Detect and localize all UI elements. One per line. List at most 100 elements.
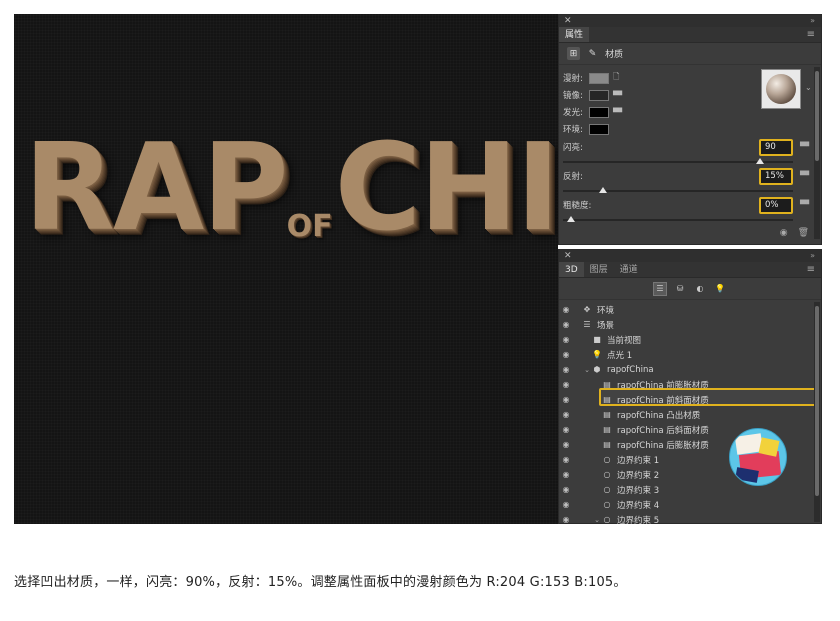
layer-row[interactable]: ◉ ○ 边界约束 4 [559, 497, 815, 512]
visibility-eye-icon[interactable]: ◉ [559, 440, 573, 449]
mesh-filter-icon[interactable]: ⊞ [567, 47, 580, 60]
material-icon: ▤ [603, 425, 611, 434]
layer-row[interactable]: ◉ ○ 边界约束 3 [559, 482, 815, 497]
visibility-eye-icon[interactable]: ◉ [559, 350, 573, 359]
properties-scrollbar[interactable] [814, 67, 820, 239]
material-row-ambient: 环境: [563, 122, 609, 136]
light-filter-icon[interactable]: 💡 [714, 283, 726, 295]
layer-row[interactable]: ◉ 💡 点光 1 [559, 347, 815, 362]
visibility-eye-icon[interactable]: ◉ [559, 380, 573, 389]
roughness-track[interactable] [563, 219, 793, 221]
whole-scene-filter-icon[interactable]: ☰ [653, 281, 667, 296]
constraint-icon: ○ [603, 485, 611, 494]
brush-icon[interactable]: ✎ [586, 47, 599, 60]
tutorial-caption: 选择凹出材质，一样，闪亮：90%，反射：15%。调整属性面板中的漫射颜色为 R:… [14, 575, 627, 590]
visibility-eye-icon[interactable]: ◉ [559, 320, 573, 329]
illumination-swatch[interactable] [589, 106, 609, 118]
layer-row[interactable]: ◉ ✥ 环境 [559, 302, 815, 317]
mode-label: 材质 [605, 50, 624, 60]
layer-label: 边界约束 1 [617, 455, 660, 466]
material-row-illumination: 发光: ▀▘ [563, 105, 625, 119]
folder-icon[interactable]: ▀▘ [800, 171, 812, 180]
panel-titlebar: ✕ » [559, 15, 821, 27]
collapse-icon[interactable]: » [810, 15, 815, 27]
tab-channels[interactable]: 通道 [614, 262, 644, 277]
panel-menu-icon[interactable]: ≡ [807, 27, 815, 43]
folder-icon[interactable]: ▀▘ [800, 200, 812, 209]
document-canvas[interactable]: RAP OF CHI [14, 14, 558, 524]
layer-label: 点光 1 [607, 350, 633, 361]
constraint-icon: ○ [603, 470, 611, 479]
slider-shininess: 闪亮: 90 ▀▘ [563, 139, 813, 169]
mesh-icon: ⬢ [593, 365, 601, 374]
visibility-eye-icon[interactable]: ◉ [559, 305, 573, 314]
3d-panel-tabs: 3D 图层 通道 ≡ [559, 262, 821, 278]
diffuse-swatch[interactable] [589, 72, 609, 84]
properties-mode-bar: ⊞ ✎ 材质 [559, 43, 821, 65]
properties-panel: ✕ » 属性 ≡ ⊞ ✎ 材质 漫射: 🗋 镜像: ▀▘ 发光: ▀▘ 环境: … [558, 14, 822, 245]
material-icon: ▤ [603, 410, 611, 419]
close-icon[interactable]: ✕ [564, 15, 572, 27]
shininess-label: 闪亮: [563, 143, 583, 153]
trash-icon[interactable]: 🗑 [798, 228, 809, 238]
texture-icon[interactable]: 🗋 [613, 71, 619, 85]
visibility-eye-icon[interactable]: ◉ [559, 485, 573, 494]
3d-panel: ✕ » 3D 图层 通道 ≡ ☰ ⛁ ◐ 💡 ◉ ✥ 环境 ◉ ☰ 场景 ◉ ■ 当前视图 ◉ 💡 点… [558, 249, 822, 527]
tab-layers[interactable]: 图层 [584, 262, 614, 277]
shininess-input[interactable]: 90 [759, 139, 793, 156]
expand-arrow-icon[interactable]: ⌄ [593, 516, 601, 524]
layer-row[interactable]: ◉ ⌄ ⬢ rapofChina [559, 362, 815, 377]
visibility-eye-icon[interactable]: ◉ [559, 395, 573, 404]
roughness-label: 粗糙度: [563, 201, 592, 211]
close-icon[interactable]: ✕ [564, 250, 572, 262]
layer-label: rapofChina 凸出材质 [617, 410, 701, 421]
constraint-icon: ○ [603, 500, 611, 509]
material-sphere [766, 74, 796, 104]
collapse-icon[interactable]: » [810, 250, 815, 262]
layer-label: 边界约束 2 [617, 470, 660, 481]
mesh-filter-icon[interactable]: ⛁ [674, 283, 686, 295]
visibility-eye-icon[interactable]: ◉ [559, 425, 573, 434]
render-icon[interactable]: ◉ [780, 228, 788, 238]
layer-label: 边界约束 3 [617, 485, 660, 496]
reflection-input[interactable]: 15% [759, 168, 793, 185]
visibility-eye-icon[interactable]: ◉ [559, 365, 573, 374]
expand-arrow-icon[interactable]: ⌄ [583, 366, 591, 374]
layers-scrollbar[interactable] [814, 302, 820, 522]
material-filter-icon[interactable]: ◐ [694, 283, 706, 295]
constraint-icon: ○ [603, 515, 611, 524]
layer-row[interactable]: ◉ ⌄ ○ 边界约束 5 [559, 512, 815, 527]
visibility-eye-icon[interactable]: ◉ [559, 335, 573, 344]
ambient-swatch[interactable] [589, 123, 609, 135]
scroll-thumb[interactable] [815, 71, 819, 161]
tab-properties[interactable]: 属性 [559, 27, 590, 42]
visibility-eye-icon[interactable]: ◉ [559, 470, 573, 479]
properties-footer: ◉ 🗑 [780, 228, 809, 238]
shininess-handle[interactable] [756, 158, 764, 164]
folder-icon[interactable]: ▀▘ [800, 142, 812, 151]
visibility-eye-icon[interactable]: ◉ [559, 410, 573, 419]
chevron-down-icon[interactable]: ⌄ [805, 83, 812, 92]
folder-icon[interactable]: ▀▘ [613, 91, 625, 100]
layer-row[interactable]: ◉ ▤ rapofChina 凸出材质 [559, 407, 815, 422]
layer-label: 边界约束 4 [617, 500, 660, 511]
panel-menu-icon[interactable]: ≡ [807, 262, 815, 278]
tab-3d[interactable]: 3D [559, 262, 584, 277]
visibility-eye-icon[interactable]: ◉ [559, 515, 573, 524]
roughness-handle[interactable] [567, 216, 575, 222]
material-row-specular: 镜像: ▀▘ [563, 88, 625, 102]
material-preview[interactable] [761, 69, 801, 109]
scroll-thumb[interactable] [815, 306, 819, 496]
environment-icon: ✥ [583, 305, 591, 314]
constraint-icon: ○ [603, 455, 611, 464]
visibility-eye-icon[interactable]: ◉ [559, 500, 573, 509]
reflection-track[interactable] [563, 190, 793, 192]
visibility-eye-icon[interactable]: ◉ [559, 455, 573, 464]
layer-row[interactable]: ◉ ☰ 场景 [559, 317, 815, 332]
folder-icon[interactable]: ▀▘ [613, 108, 625, 117]
specular-swatch[interactable] [589, 89, 609, 101]
layer-row[interactable]: ◉ ■ 当前视图 [559, 332, 815, 347]
roughness-input[interactable]: 0% [759, 197, 793, 214]
reflection-handle[interactable] [598, 187, 607, 193]
text-chi: CHI [334, 116, 558, 258]
